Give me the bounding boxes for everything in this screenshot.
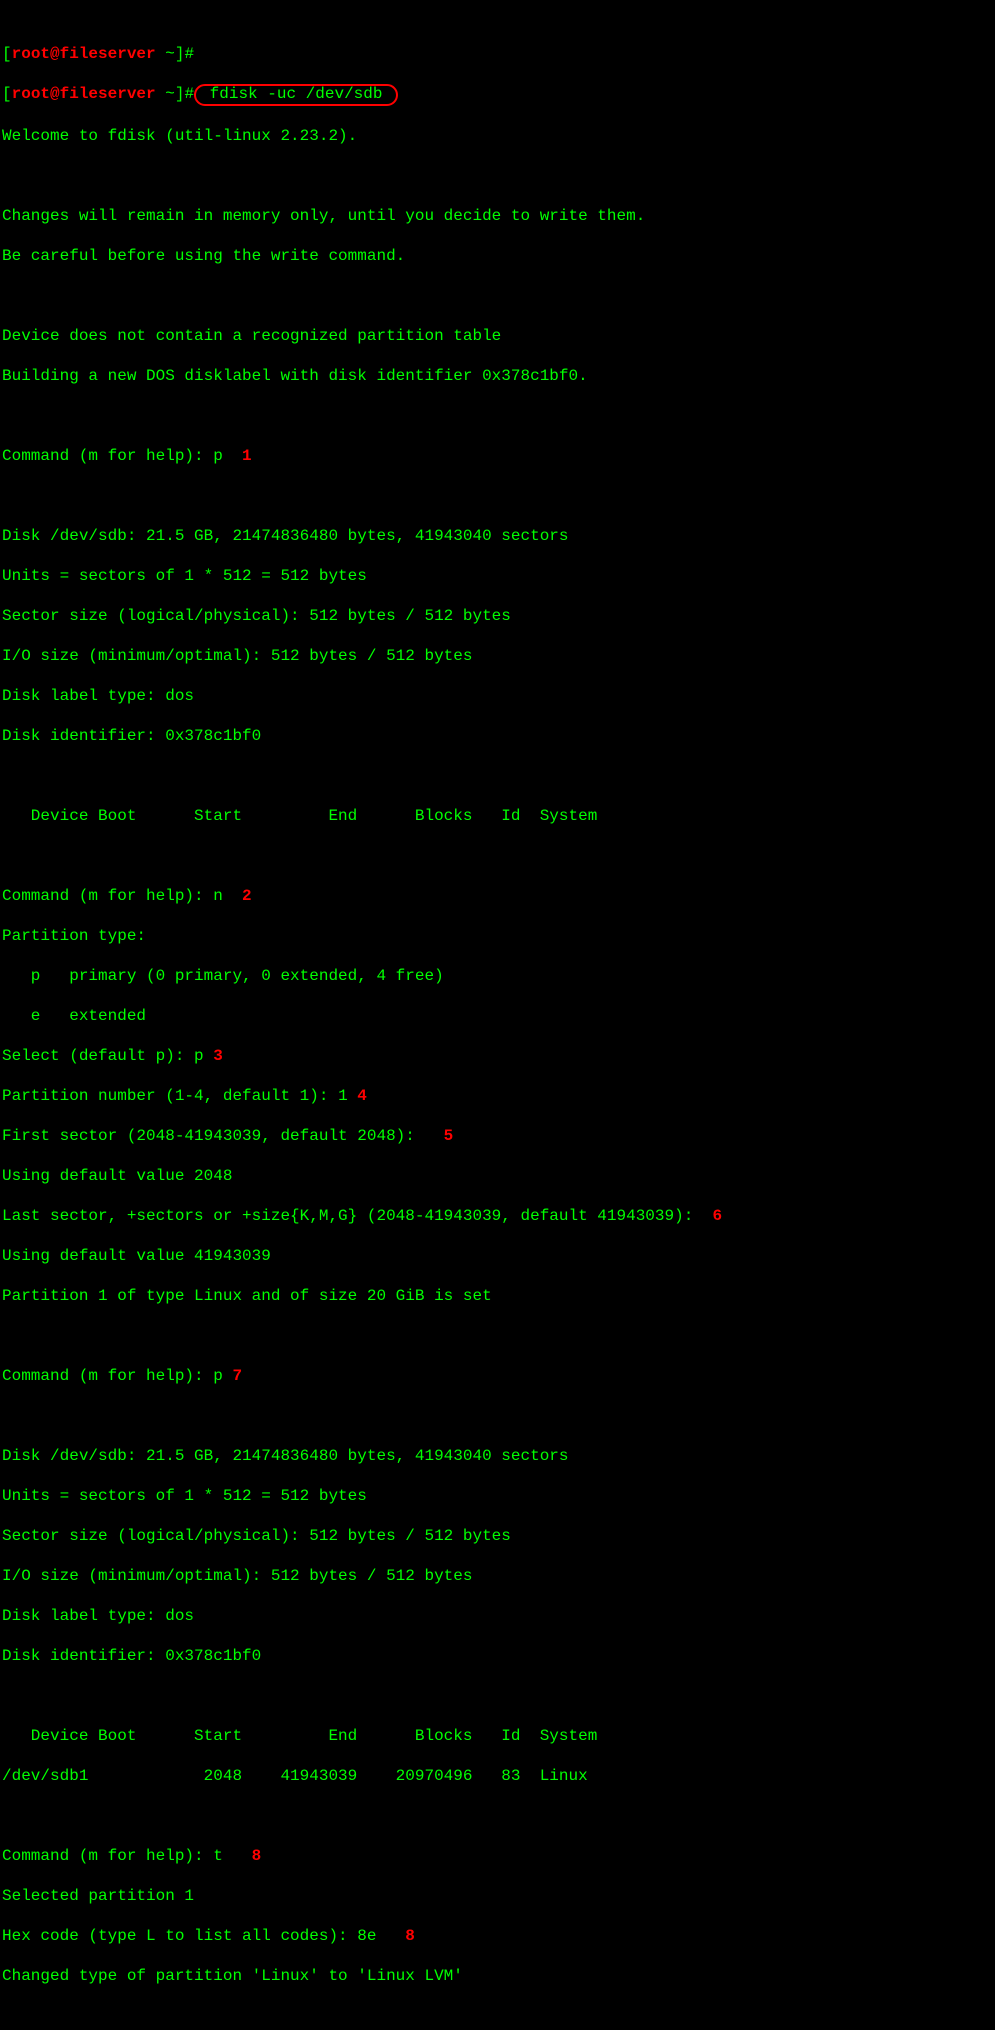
blank-line [2,1686,993,1706]
hexcode-input[interactable]: 8e [357,1927,376,1945]
fdisk-prompt-4: Command (m for help): t 8 [2,1846,993,1866]
disk-info-l1: Disk /dev/sdb: 21.5 GB, 21474836480 byte… [2,1446,993,1466]
prompt-userhost: root@fileserver [12,45,166,63]
annotation-3: 3 [204,1047,223,1065]
lastsec-prompt-label: Last sector, +sectors or +size{K,M,G} (2… [2,1207,703,1225]
blank-line [2,406,993,426]
disk-info-l3: Sector size (logical/physical): 512 byte… [2,606,993,626]
output-changes1: Changes will remain in memory only, unti… [2,206,993,226]
disk-info-l1: Disk /dev/sdb: 21.5 GB, 21474836480 byte… [2,526,993,546]
bracket-open: [ [2,45,12,63]
hexcode-prompt-label: Hex code (type L to list all codes): [2,1927,357,1945]
output-changes2: Be careful before using the write comman… [2,246,993,266]
annotation-6: 6 [703,1207,722,1225]
fdisk-prompt-label: Command (m for help): [2,1847,213,1865]
bracket-open: [ [2,85,12,103]
firstsec-prompt-line: First sector (2048-41943039, default 204… [2,1126,993,1146]
select-input-p[interactable]: p [194,1047,204,1065]
blank-line [2,766,993,786]
fdisk-input-t[interactable]: t [213,1847,223,1865]
disk-info-l6: Disk identifier: 0x378c1bf0 [2,1646,993,1666]
select-prompt-label: Select (default p): [2,1047,194,1065]
hexcode-prompt-line: Hex code (type L to list all codes): 8e … [2,1926,993,1946]
annotation-8: 8 [223,1847,261,1865]
partition-table-header: Device Boot Start End Blocks Id System [2,1726,993,1746]
using-default-2: Using default value 41943039 [2,1246,993,1266]
command-empty[interactable] [194,45,204,63]
partnum-input[interactable]: 1 [338,1087,348,1105]
fdisk-input-p[interactable]: p [213,1367,223,1385]
fdisk-prompt-label: Command (m for help): [2,1367,213,1385]
prompt-userhost: root@fileserver [12,85,166,103]
terminal-window[interactable]: [root@fileserver ~]# [root@fileserver ~]… [0,0,995,2030]
blank-line [2,166,993,186]
selected-partition: Selected partition 1 [2,1886,993,1906]
disk-info-l6: Disk identifier: 0x378c1bf0 [2,726,993,746]
output-welcome: Welcome to fdisk (util-linux 2.23.2). [2,126,993,146]
fdisk-prompt-label: Command (m for help): [2,887,213,905]
output-nodev2: Building a new DOS disklabel with disk i… [2,366,993,386]
blank-line [2,1806,993,1826]
annotation-1: 1 [223,447,252,465]
prompt-cwd: ~ [165,85,175,103]
annotation-7: 7 [223,1367,242,1385]
partnum-prompt-label: Partition number (1-4, default 1): [2,1087,338,1105]
fdisk-prompt-3: Command (m for help): p 7 [2,1366,993,1386]
command-fdisk[interactable]: fdisk -uc /dev/sdb [200,85,392,103]
fdisk-prompt-2: Command (m for help): n 2 [2,886,993,906]
highlighted-command: fdisk -uc /dev/sdb [194,84,398,106]
annotation-5: 5 [424,1127,453,1145]
prompt-cwd: ~ [165,45,175,63]
blank-line [2,286,993,306]
disk-info-l4: I/O size (minimum/optimal): 512 bytes / … [2,646,993,666]
blank-line [2,1406,993,1426]
bracket-close: ]# [175,45,194,63]
partition-table-row: /dev/sdb1 2048 41943039 20970496 83 Linu… [2,1766,993,1786]
using-default-1: Using default value 2048 [2,1166,993,1186]
partition-table-header: Device Boot Start End Blocks Id System [2,806,993,826]
select-prompt-line: Select (default p): p 3 [2,1046,993,1066]
partnum-prompt-line: Partition number (1-4, default 1): 1 4 [2,1086,993,1106]
lastsec-prompt-line: Last sector, +sectors or +size{K,M,G} (2… [2,1206,993,1226]
disk-info-l5: Disk label type: dos [2,1606,993,1626]
disk-info-l5: Disk label type: dos [2,686,993,706]
ptype-l3: e extended [2,1006,993,1026]
bracket-close: ]# [175,85,194,103]
disk-info-l2: Units = sectors of 1 * 512 = 512 bytes [2,1486,993,1506]
disk-info-l4: I/O size (minimum/optimal): 512 bytes / … [2,1566,993,1586]
changed-type: Changed type of partition 'Linux' to 'Li… [2,1966,993,1986]
ptype-l2: p primary (0 primary, 0 extended, 4 free… [2,966,993,986]
blank-line [2,846,993,866]
blank-line [2,1326,993,1346]
prompt-line-2: [root@fileserver ~]# fdisk -uc /dev/sdb [2,84,993,106]
ptype-l1: Partition type: [2,926,993,946]
annotation-8b: 8 [376,1927,414,1945]
fdisk-input-p[interactable]: p [213,447,223,465]
annotation-2: 2 [223,887,252,905]
fdisk-prompt-1: Command (m for help): p 1 [2,446,993,466]
output-nodev1: Device does not contain a recognized par… [2,326,993,346]
firstsec-prompt-label: First sector (2048-41943039, default 204… [2,1127,424,1145]
annotation-4: 4 [348,1087,367,1105]
prompt-line-1: [root@fileserver ~]# [2,44,993,64]
blank-line [2,486,993,506]
partition-set: Partition 1 of type Linux and of size 20… [2,1286,993,1306]
fdisk-prompt-label: Command (m for help): [2,447,213,465]
disk-info-l3: Sector size (logical/physical): 512 byte… [2,1526,993,1546]
fdisk-input-n[interactable]: n [213,887,223,905]
disk-info-l2: Units = sectors of 1 * 512 = 512 bytes [2,566,993,586]
